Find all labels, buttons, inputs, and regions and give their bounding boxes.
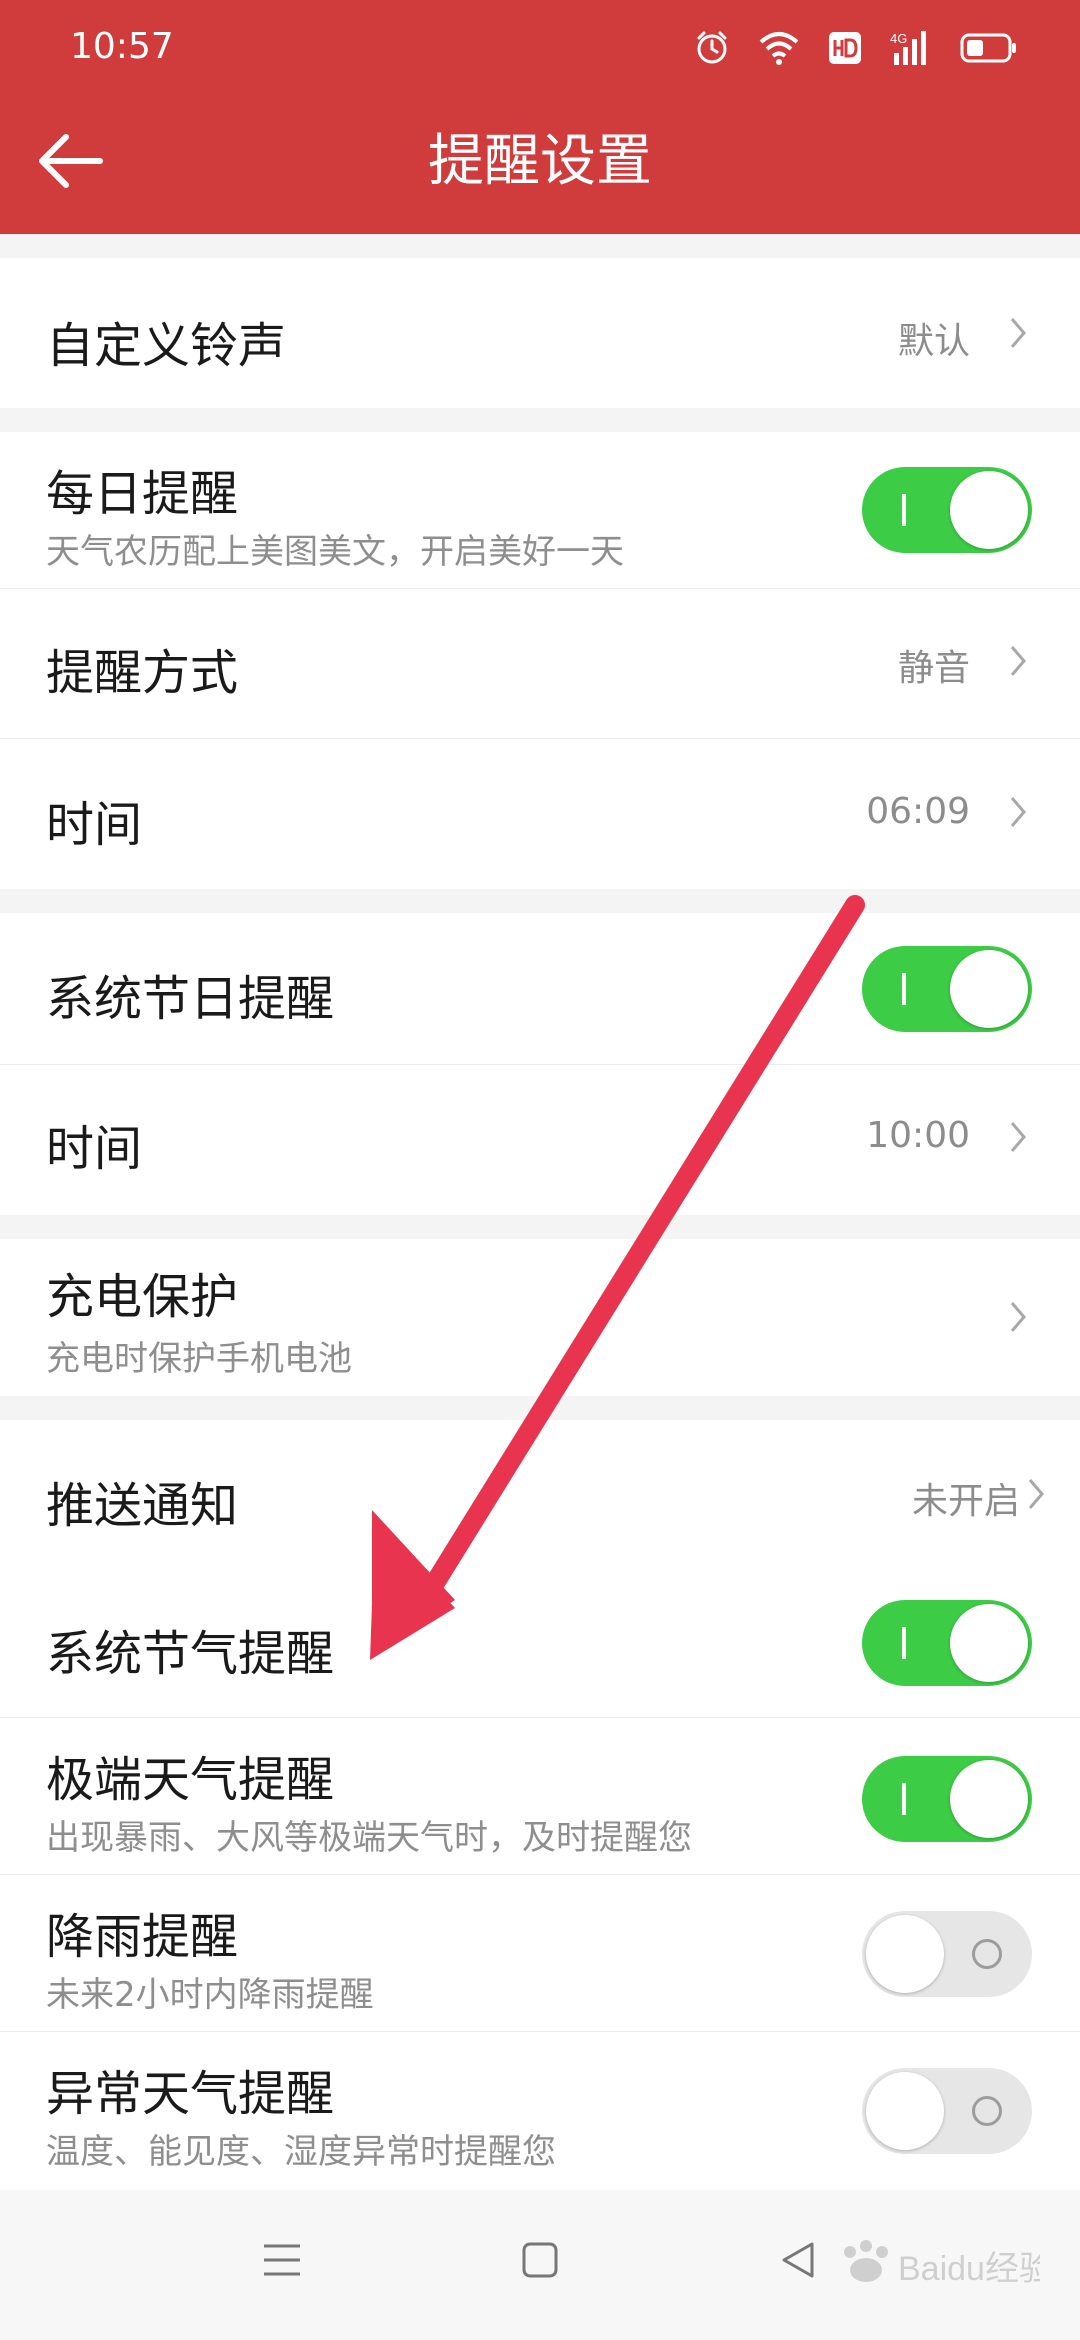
row-subtitle: 充电时保护手机电池 xyxy=(46,1339,352,1379)
alarm-icon xyxy=(697,31,727,64)
row-label: 降雨提醒 xyxy=(46,1909,239,1965)
baidu-watermark-logo: Baidu经验 xyxy=(844,2240,1040,2288)
row-charging-protect[interactable]: 充电保护 充电时保护手机电池 xyxy=(0,1239,1080,1396)
row-label: 系统节气提醒 xyxy=(46,1626,335,1682)
row-subtitle: 未来2小时内降雨提醒 xyxy=(46,1975,374,2015)
chevron-right-icon xyxy=(1010,797,1026,827)
row-daily-time[interactable]: 时间 06:09 xyxy=(0,739,1080,889)
home-icon[interactable] xyxy=(520,2240,560,2280)
hd-icon xyxy=(829,32,861,64)
row-solar-term-reminder[interactable]: 系统节气提醒 xyxy=(0,1570,1080,1718)
row-label: 时间 xyxy=(46,797,143,853)
chevron-right-icon xyxy=(1010,318,1026,348)
row-label: 时间 xyxy=(46,1121,143,1177)
daily-reminder-toggle[interactable] xyxy=(862,467,1032,553)
page-title: 提醒设置 xyxy=(428,129,652,194)
row-label: 充电保护 xyxy=(46,1269,239,1325)
extreme-weather-toggle[interactable] xyxy=(862,1756,1032,1842)
svg-text:Baidu经验: Baidu经验 xyxy=(898,2250,1040,2288)
row-label: 自定义铃声 xyxy=(46,318,287,374)
abnormal-weather-toggle[interactable] xyxy=(862,2068,1032,2154)
row-custom-ringtone[interactable]: 自定义铃声 默认 xyxy=(0,258,1080,408)
svg-text:4G: 4G xyxy=(890,31,907,46)
chevron-right-icon xyxy=(1028,1479,1044,1509)
row-label: 提醒方式 xyxy=(46,645,239,701)
battery-icon xyxy=(960,33,1016,63)
row-rain-reminder[interactable]: 降雨提醒 未来2小时内降雨提醒 xyxy=(0,1875,1080,2032)
status-time: 10:57 xyxy=(70,26,174,67)
signal-4g-icon: 4G xyxy=(890,31,926,65)
row-label: 系统节日提醒 xyxy=(46,971,335,1027)
rain-reminder-toggle[interactable] xyxy=(862,1911,1032,1997)
chevron-right-icon xyxy=(1010,1122,1026,1152)
row-subtitle: 出现暴雨、大风等极端天气时，及时提醒您 xyxy=(46,1818,692,1858)
row-holiday-time[interactable]: 时间 10:00 xyxy=(0,1065,1080,1215)
row-value: 默认 xyxy=(897,321,970,362)
row-label: 异常天气提醒 xyxy=(46,2066,335,2122)
row-reminder-method[interactable]: 提醒方式 静音 xyxy=(0,589,1080,739)
chevron-right-icon xyxy=(1010,646,1026,676)
status-icons: 4G xyxy=(694,26,1018,70)
row-value: 未开启 xyxy=(911,1481,1020,1522)
solar-term-toggle[interactable] xyxy=(862,1600,1032,1686)
row-daily-reminder[interactable]: 每日提醒 天气农历配上美图美文，开启美好一天 xyxy=(0,432,1080,589)
row-label: 每日提醒 xyxy=(46,466,239,522)
row-value: 静音 xyxy=(897,648,970,689)
row-value: 06:09 xyxy=(866,791,970,832)
menu-icon[interactable] xyxy=(262,2240,302,2280)
holiday-reminder-toggle[interactable] xyxy=(862,946,1032,1032)
back-triangle-icon[interactable] xyxy=(778,2240,818,2280)
row-label: 极端天气提醒 xyxy=(46,1752,335,1808)
row-subtitle: 温度、能见度、湿度异常时提醒您 xyxy=(46,2132,556,2172)
row-push-notify[interactable]: 推送通知 未开启 xyxy=(0,1420,1080,1570)
row-label: 推送通知 xyxy=(46,1478,239,1534)
row-holiday-reminder[interactable]: 系统节日提醒 xyxy=(0,913,1080,1065)
chevron-right-icon xyxy=(1010,1302,1026,1332)
row-extreme-weather[interactable]: 极端天气提醒 出现暴雨、大风等极端天气时，及时提醒您 xyxy=(0,1718,1080,1875)
app-header: 10:57 4G 提醒设置 xyxy=(0,0,1080,234)
row-value: 10:00 xyxy=(866,1115,970,1156)
wifi-icon xyxy=(759,32,799,65)
row-abnormal-weather[interactable]: 异常天气提醒 温度、能见度、湿度异常时提醒您 xyxy=(0,2032,1080,2190)
row-subtitle: 天气农历配上美图美文，开启美好一天 xyxy=(46,532,624,572)
